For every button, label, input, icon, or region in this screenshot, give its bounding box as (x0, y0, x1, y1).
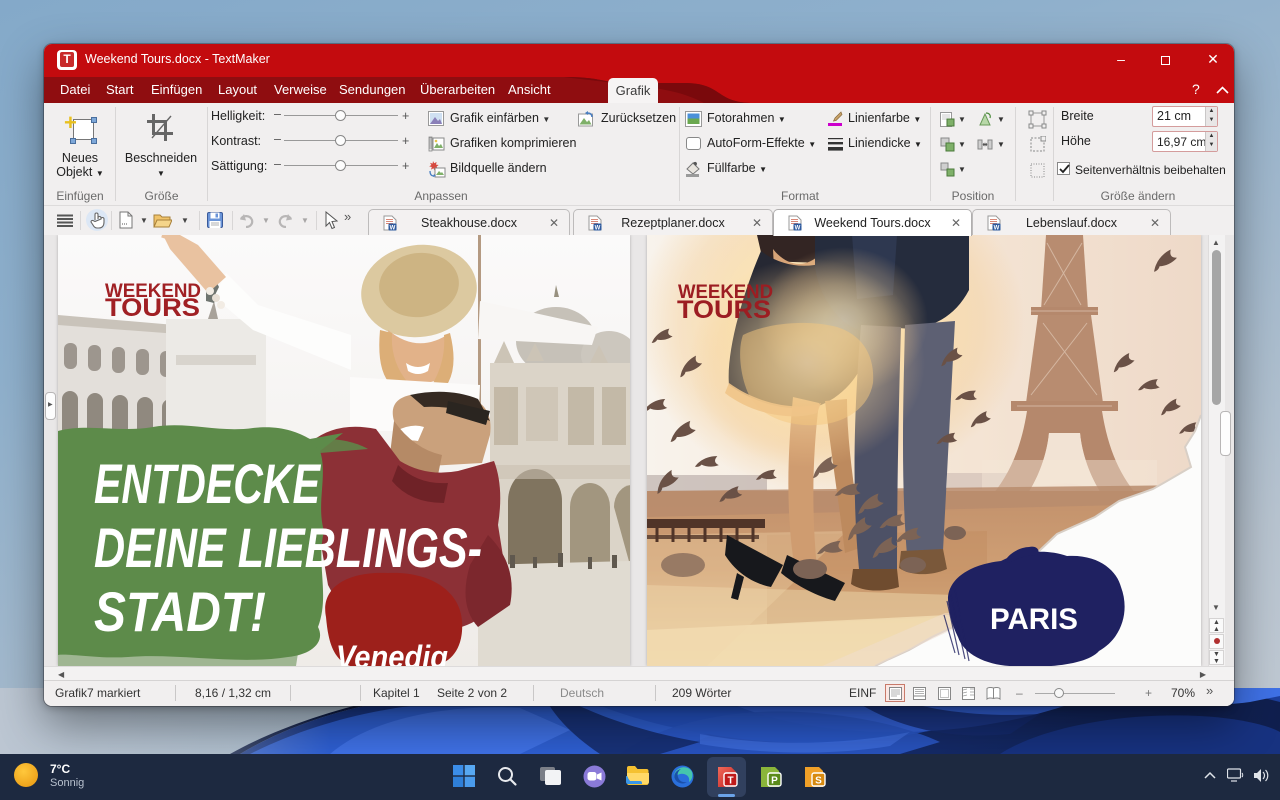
svg-text:TOURS: TOURS (105, 294, 200, 322)
svg-text:TOURS: TOURS (677, 296, 771, 324)
svg-text:S: S (815, 776, 822, 787)
svg-text:PARIS: PARIS (990, 603, 1078, 636)
svg-text:ENTDECKE: ENTDECKE (94, 452, 321, 515)
svg-text:P: P (771, 776, 778, 787)
svg-text:Venedig: Venedig (336, 639, 448, 666)
svg-text:T: T (727, 776, 733, 787)
svg-text:DEINE LIEBLINGS-: DEINE LIEBLINGS- (94, 516, 482, 579)
svg-text:STADT!: STADT! (94, 580, 266, 643)
